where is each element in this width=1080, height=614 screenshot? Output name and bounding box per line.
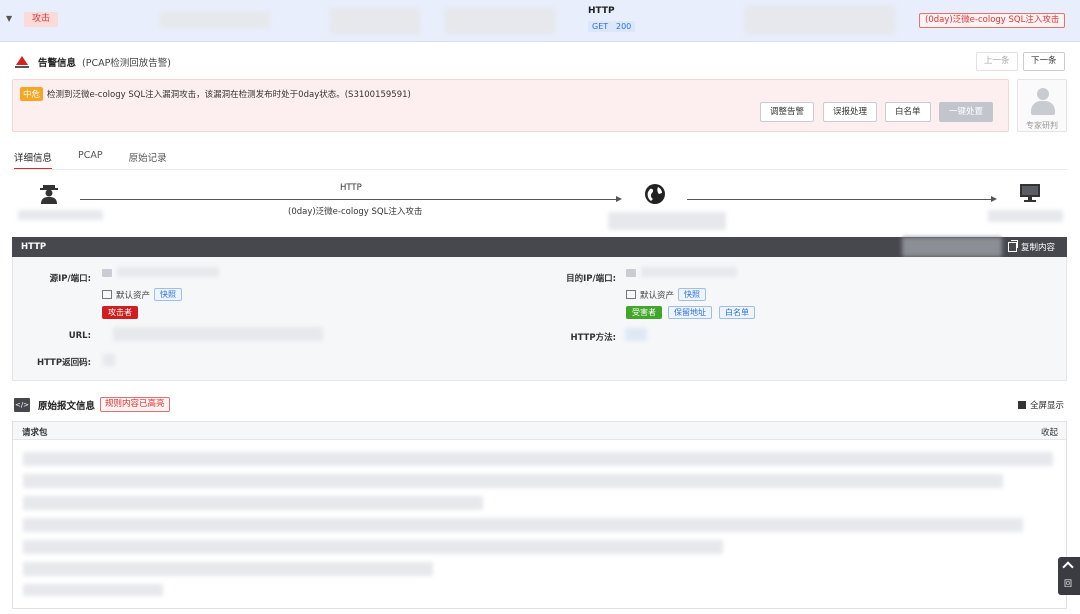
src-ip-icon: [102, 269, 112, 277]
flow-line-1: [80, 199, 618, 200]
protocol-label: HTTP: [588, 6, 615, 16]
blurred-return-code: [103, 354, 115, 366]
attack-type-tag: 攻击: [24, 12, 59, 27]
blurred-request-line: [23, 452, 1053, 466]
collapse-button[interactable]: 收起: [1041, 426, 1058, 438]
dst-ip-label: 目的IP/端口:: [566, 274, 616, 284]
flow-protocol: HTTP: [340, 183, 362, 193]
attacker-icon: [40, 185, 58, 204]
status-code-badge: 200: [612, 21, 636, 32]
expert-label: 专家研判: [1026, 121, 1058, 130]
flow-line-2: [687, 199, 993, 200]
alert-message: 检测到泛微e-cology SQL注入漏洞攻击，该漏洞在检测发布时处于0day状…: [47, 90, 411, 100]
copy-content-button[interactable]: 复制内容: [1008, 240, 1055, 253]
false-report-button[interactable]: 误报处理: [823, 102, 878, 122]
tabs-divider: [12, 169, 1067, 170]
http-detail-panel: 源IP/端口: 默认资产 快照 攻击者 URL: HTTP返回码: 目的IP/端…: [12, 257, 1067, 381]
alert-summary-bar[interactable]: ▼ 攻击 HTTP GET 200 (0day)泛微e-cology SQL注入…: [0, 0, 1080, 42]
blurred-dst-ip: [988, 210, 1063, 222]
tab-pcap[interactable]: PCAP: [78, 150, 103, 170]
blurred-request-line: [23, 540, 723, 554]
request-packet-label: 请求包: [22, 428, 48, 438]
return-code-label: HTTP返回码:: [36, 358, 91, 368]
back-to-top-button[interactable]: 回: [1058, 557, 1080, 595]
copy-icon: [1008, 240, 1018, 252]
src-asset-row: 默认资产 快照: [102, 288, 183, 301]
blurred-request-line: [23, 518, 1023, 532]
raw-message-header: </> 原始报文信息 规则内容已高亮: [14, 397, 170, 412]
reserved-address-tag: 保留地址: [668, 306, 712, 319]
blurred-gateway: [608, 212, 726, 230]
blurred-request-line: [23, 562, 433, 576]
alert-header: 告警信息 (PCAP检测回放告警): [14, 54, 171, 70]
blurred-source: [160, 12, 270, 28]
tab-details[interactable]: 详细信息: [14, 150, 53, 170]
blurred-src-ip: [18, 210, 103, 220]
one-click-dispose-button[interactable]: 一键处置: [939, 102, 994, 122]
blurred-info-2: [445, 8, 555, 34]
adjust-alert-button[interactable]: 调整告警: [760, 102, 815, 122]
blurred-info-3: [745, 6, 895, 34]
alert-title: 告警信息: [38, 58, 77, 69]
next-button[interactable]: 下一条: [1023, 52, 1065, 71]
attacker-tag: 攻击者: [102, 306, 138, 319]
dst-whitelist-button[interactable]: 白名单: [719, 306, 755, 319]
request-packet-header: 请求包 收起: [13, 422, 1066, 440]
asset-icon: [102, 290, 112, 299]
http-panel-header: HTTP 复制内容: [12, 237, 1067, 257]
dst-asset-row: 默认资产 快照: [626, 288, 707, 301]
src-ip-label: 源IP/端口:: [49, 274, 91, 284]
http-method-label: HTTP方法:: [570, 333, 616, 343]
http-panel-title: HTTP: [21, 242, 47, 252]
dst-snapshot-button[interactable]: 快照: [678, 288, 707, 301]
rule-name-tag: (0day)泛微e-cology SQL注入攻击: [919, 13, 1066, 28]
flow-arrow-1: [616, 196, 622, 202]
expert-analysis-button[interactable]: 专家研判: [1017, 79, 1067, 132]
collapse-caret-icon[interactable]: ▼: [6, 14, 12, 23]
blurred-header-info: [902, 237, 1002, 257]
blurred-request-line: [23, 584, 163, 596]
blurred-dst-ip-value: [641, 267, 737, 277]
blurred-url: [113, 327, 323, 341]
url-label: URL:: [68, 331, 91, 341]
victim-tag: 受害者: [626, 306, 662, 319]
whitelist-button[interactable]: 白名单: [885, 102, 931, 122]
http-method-badge: GET: [588, 21, 613, 32]
prev-button[interactable]: 上一条: [976, 52, 1018, 71]
expert-avatar-icon: [1037, 88, 1049, 100]
src-snapshot-button[interactable]: 快照: [154, 288, 183, 301]
severity-badge: 中危: [20, 87, 44, 101]
highlight-tag: 规则内容已高亮: [100, 397, 170, 412]
blurred-request-line: [23, 496, 483, 510]
blurred-info-1: [330, 8, 420, 34]
flow-rule: (0day)泛微e-cology SQL注入攻击: [288, 207, 423, 217]
request-packet-box: 请求包 收起: [12, 421, 1067, 609]
blurred-request-line: [23, 474, 1003, 488]
flow-arrow-2: [991, 196, 997, 202]
server-monitor-icon: [1020, 184, 1040, 202]
blurred-http-method: [625, 328, 647, 341]
fullscreen-icon: [1018, 401, 1026, 409]
blurred-src-ip-value: [117, 267, 219, 277]
alert-subtitle: (PCAP检测回放告警): [82, 58, 172, 69]
tab-raw-record[interactable]: 原始记录: [129, 150, 167, 170]
code-icon: </>: [14, 397, 30, 412]
asset-icon: [626, 290, 636, 299]
raw-message-title: 原始报文信息: [38, 400, 96, 412]
dst-ip-icon: [626, 269, 636, 277]
alert-message-box: 中危 检测到泛微e-cology SQL注入漏洞攻击，该漏洞在检测发布时处于0d…: [12, 79, 1009, 132]
internet-globe-icon: [645, 184, 665, 204]
warning-icon: [14, 54, 30, 70]
detail-tabs: 详细信息 PCAP 原始记录: [14, 150, 193, 170]
fullscreen-button[interactable]: 全屏显示: [1018, 399, 1064, 411]
chevron-up-icon: [1062, 561, 1074, 573]
